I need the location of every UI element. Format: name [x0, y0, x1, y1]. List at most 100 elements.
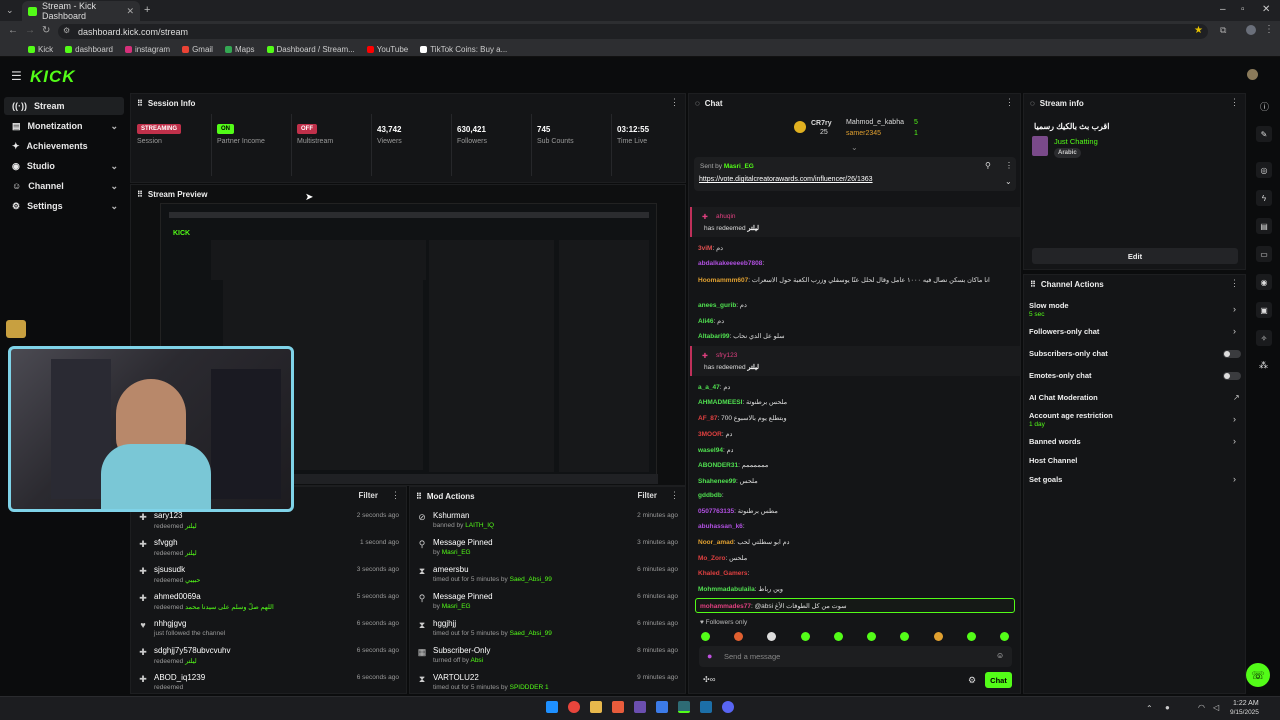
chat-send-button[interactable]: Chat [985, 672, 1012, 688]
bookmark-maps[interactable]: Maps [224, 45, 255, 54]
maximize-icon[interactable]: ▫ [1241, 4, 1245, 15]
emote-icon[interactable] [767, 632, 776, 641]
extensions-icon[interactable]: ⧉ [1220, 25, 1226, 36]
emote-icon[interactable] [867, 632, 876, 641]
pin-icon[interactable]: ⚲ [985, 161, 991, 170]
address-bar[interactable]: dashboard.kick.com/stream [58, 24, 1208, 39]
sidebar-item-achievements[interactable]: ✦ Achievements [4, 137, 124, 155]
office-icon[interactable] [612, 701, 624, 713]
chat-input[interactable]: ● Send a message ☺ [699, 646, 1012, 667]
browser-menu-icon[interactable]: ⋮ [1264, 24, 1274, 35]
chat-tools-icon[interactable]: ✣∞ [703, 675, 715, 684]
chat-settings-gear-icon[interactable]: ⚙ [968, 675, 976, 686]
emoji-picker-icon[interactable]: ☺ [996, 651, 1004, 660]
forward-icon[interactable]: → [25, 25, 35, 36]
info-icon[interactable]: ⓘ [1260, 100, 1269, 113]
drag-handle-icon[interactable]: ⠿ [137, 99, 143, 108]
emote-icon[interactable] [1000, 632, 1009, 641]
pencil-icon[interactable]: ✎ [1256, 126, 1272, 142]
external-link-icon[interactable]: ↗ [1233, 393, 1240, 402]
highlighted-message[interactable]: mohammades77: @absi سوت من كل الطوفات ال… [695, 598, 1015, 613]
broadcast-icon[interactable]: ◉ [1256, 274, 1272, 290]
bookmark-instagram[interactable]: instagram [124, 45, 170, 54]
more-options-icon[interactable]: ⋮ [670, 97, 679, 108]
more-options-icon[interactable]: ⋮ [1230, 278, 1239, 289]
lightning-icon[interactable]: ϟ [1256, 190, 1272, 206]
minimize-icon[interactable]: – [1220, 4, 1226, 15]
more-options-icon[interactable]: ⋮ [670, 490, 679, 501]
bookmark-dashboard[interactable]: dashboard [65, 45, 113, 54]
chevron-down-icon[interactable]: ⌄ [1005, 177, 1012, 186]
close-window-icon[interactable]: ✕ [1262, 4, 1270, 15]
emote-icon[interactable] [900, 632, 909, 641]
tab-search-icon[interactable]: ⌄ [6, 5, 14, 16]
slow-mode-item[interactable]: Slow mode 5 sec [1029, 301, 1069, 318]
kick-app-icon[interactable] [678, 701, 690, 713]
bookmark-youtube[interactable]: YouTube [366, 45, 408, 54]
category-link[interactable]: Just Chatting [1054, 137, 1098, 146]
ai-moderation-item[interactable]: AI Chat Moderation [1029, 393, 1098, 402]
notepad-icon[interactable] [656, 701, 668, 713]
emote-icon[interactable] [701, 632, 710, 641]
set-goals-item[interactable]: Set goals [1029, 475, 1062, 484]
file-explorer-icon[interactable] [590, 701, 602, 713]
activity-filter-button[interactable]: Filter [358, 491, 378, 500]
microphone-tray-icon[interactable]: ● [1165, 703, 1170, 712]
drag-handle-icon[interactable]: ⠿ [137, 190, 143, 199]
emote-icon[interactable] [734, 632, 743, 641]
banned-words-item[interactable]: Banned words [1029, 437, 1081, 446]
mod-tools-icon[interactable]: ▣ [1256, 302, 1272, 318]
pinned-link[interactable]: https://vote.digitalcreatorawards.com/in… [699, 176, 873, 183]
profile-avatar[interactable] [1246, 25, 1256, 35]
reload-icon[interactable]: ↻ [42, 25, 50, 36]
microphone-icon[interactable]: ● [707, 651, 712, 661]
bookmark-tiktok[interactable]: TikTok Coins: Buy a... [420, 45, 507, 54]
document-icon[interactable]: ▤ [1256, 218, 1272, 234]
camera-icon[interactable]: ◎ [1256, 162, 1272, 178]
close-tab-icon[interactable]: ✕ [126, 6, 134, 17]
bookmark-gmail[interactable]: Gmail [182, 45, 213, 54]
sidebar-item-channel[interactable]: ☺ Channel ⌄ [4, 177, 124, 195]
sidebar-item-settings[interactable]: ⚙ Settings ⌄ [4, 197, 124, 215]
windows-start-icon[interactable] [546, 701, 558, 713]
pinned-message[interactable]: Sent by Masri_EG https://vote.digitalcre… [694, 157, 1016, 191]
emotes-only-toggle[interactable] [1223, 372, 1241, 380]
bookmark-dashboard-stream[interactable]: Dashboard / Stream... [266, 45, 355, 54]
user-avatar[interactable] [1247, 69, 1258, 80]
more-options-icon[interactable]: ⋮ [391, 490, 400, 501]
steam-icon[interactable] [700, 701, 712, 713]
edit-stream-info-button[interactable]: Edit [1032, 248, 1238, 264]
chevron-right-icon[interactable]: › [1233, 414, 1236, 424]
new-tab-icon[interactable]: + [144, 4, 150, 16]
wrench-icon[interactable]: ✧ [1256, 330, 1272, 346]
sidebar-item-monetization[interactable]: ▤ Monetization ⌄ [4, 117, 124, 135]
share-icon[interactable]: ⁂ [1259, 360, 1268, 371]
more-options-icon[interactable]: ⋮ [1005, 97, 1014, 108]
chevron-right-icon[interactable]: › [1233, 326, 1236, 336]
clock-time[interactable]: 1:22 AM [1233, 700, 1259, 707]
chrome-icon[interactable] [568, 701, 580, 713]
sidebar-item-studio[interactable]: ◉ Studio ⌄ [4, 157, 124, 175]
discord-icon[interactable] [722, 701, 734, 713]
kick-logo[interactable]: KICK [30, 67, 76, 87]
chat-bubble-icon[interactable]: ▭ [1256, 246, 1272, 262]
more-options-icon[interactable]: ⋮ [1005, 161, 1013, 170]
bookmark-star-icon[interactable]: ★ [1194, 25, 1203, 36]
host-channel-item[interactable]: Host Channel [1029, 456, 1077, 465]
mod-filter-button[interactable]: Filter [637, 491, 657, 500]
support-chat-icon[interactable]: ☏ [1246, 663, 1270, 687]
bookmark-kick[interactable]: Kick [28, 45, 53, 54]
chevron-right-icon[interactable]: › [1233, 304, 1236, 314]
sidebar-item-stream[interactable]: ((·)) Stream [4, 97, 124, 115]
emote-icon[interactable] [834, 632, 843, 641]
tray-chevron-icon[interactable]: ⌃ [1146, 704, 1153, 713]
back-icon[interactable]: ← [8, 25, 18, 36]
obs-icon[interactable] [634, 701, 646, 713]
subscribers-only-toggle[interactable] [1223, 350, 1241, 358]
wifi-icon[interactable]: ◠ [1198, 703, 1205, 712]
volume-icon[interactable]: ◁ [1213, 703, 1219, 712]
chevron-right-icon[interactable]: › [1233, 436, 1236, 446]
site-info-icon[interactable]: ⚙ [63, 26, 70, 35]
emote-icon[interactable] [801, 632, 810, 641]
more-options-icon[interactable]: ⋮ [1230, 97, 1239, 108]
